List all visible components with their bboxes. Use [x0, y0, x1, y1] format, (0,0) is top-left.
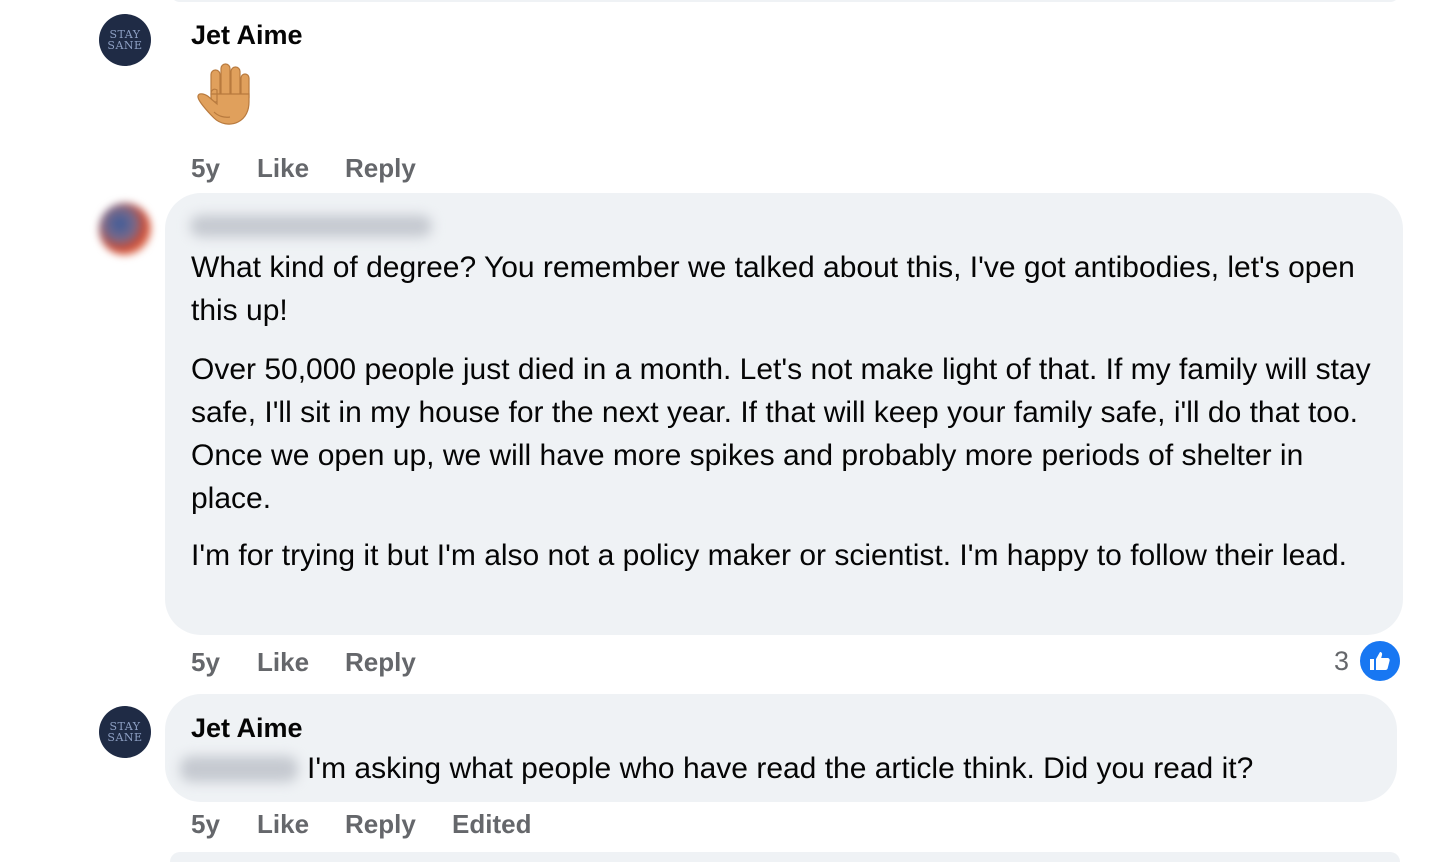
next-comment-bubble-edge: [170, 852, 1400, 862]
comment-actions: 5y Like Reply Edited: [191, 809, 531, 840]
comment-actions: 5y Like Reply: [191, 647, 416, 678]
comment-paragraph-2: Over 50,000 people just died in a month.…: [191, 353, 1371, 515]
avatar-text-line2: SANE: [107, 731, 143, 744]
reply-button[interactable]: Reply: [345, 809, 452, 840]
like-button[interactable]: Like: [257, 809, 345, 840]
avatar-jet-aime[interactable]: STAY SANE: [99, 14, 151, 66]
blurred-mention[interactable]: [180, 756, 298, 782]
reply-button[interactable]: Reply: [345, 153, 416, 184]
comment-actions: 5y Like Reply: [191, 153, 416, 184]
comment-text: I'm asking what people who have read the…: [307, 752, 1254, 785]
avatar-jet-aime[interactable]: STAY SANE: [99, 706, 151, 758]
reply-button[interactable]: Reply: [345, 647, 416, 678]
timestamp[interactable]: 5y: [191, 809, 257, 840]
comment-paragraph-1: What kind of degree? You remember we tal…: [191, 251, 1355, 327]
avatar-blurred[interactable]: [99, 203, 151, 255]
raised-hand-emoji-icon: [197, 63, 250, 125]
comment-paragraph-3: I'm for trying it but I'm also not a pol…: [191, 539, 1347, 572]
previous-comment-bubble-edge: [170, 0, 1400, 2]
timestamp[interactable]: 5y: [191, 647, 257, 678]
like-button[interactable]: Like: [257, 647, 345, 678]
comment-author-name[interactable]: Jet Aime: [191, 20, 303, 51]
avatar-text-line2: SANE: [107, 39, 143, 52]
thumbs-up-icon: [1357, 638, 1404, 684]
reaction-count: 3: [1334, 645, 1350, 676]
blurred-author-name[interactable]: [190, 215, 432, 237]
reaction-summary[interactable]: 3: [1334, 638, 1404, 684]
timestamp[interactable]: 5y: [191, 153, 257, 184]
like-button[interactable]: Like: [257, 153, 345, 184]
comment-author-name[interactable]: Jet Aime: [191, 713, 303, 744]
edited-label[interactable]: Edited: [452, 809, 531, 840]
